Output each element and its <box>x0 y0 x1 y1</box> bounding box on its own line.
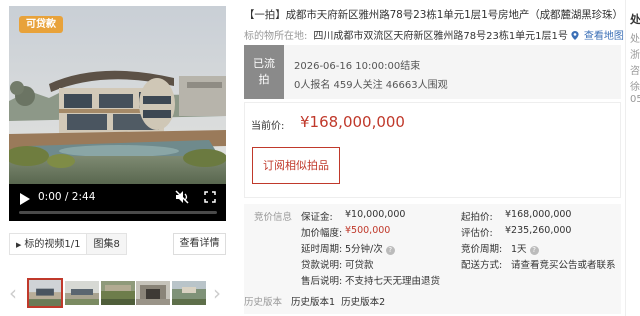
status-badge: 已流拍 <box>244 45 284 99</box>
side-panel-line-3: 咨 <box>630 66 640 77</box>
history-label: 历史版本 <box>244 297 283 308</box>
bidding-period-text: 1天 <box>511 244 527 255</box>
help-icon[interactable]: ? <box>529 246 539 255</box>
mute-icon[interactable] <box>175 190 189 204</box>
video-progress-bar[interactable] <box>19 211 217 214</box>
auction-status-panel: 已流拍 2026-06-16 10:00:00结束 0人报名 459人关注 46… <box>244 45 621 99</box>
view-details-button[interactable]: 查看详情 <box>173 233 226 255</box>
delay-period-text: 5分钟/次 <box>345 244 383 255</box>
participation-stats: 0人报名 459人关注 46663人围观 <box>294 80 448 91</box>
chevron-left-icon[interactable]: ‹ <box>9 281 17 305</box>
help-icon[interactable]: ? <box>385 246 395 255</box>
thumbnail-strip: ‹ › <box>9 276 226 310</box>
status-line-2: 拍 <box>258 73 270 86</box>
history-versions: 历史版本 历史版本1 历史版本2 <box>244 294 385 308</box>
delivery-label: 配送方式: <box>461 260 503 271</box>
location-label: 标的物所在地: <box>244 31 308 42</box>
status-line-1: 已流 <box>253 57 275 70</box>
side-panel: 处 处 浙 咨 徐 05 <box>625 0 640 316</box>
after-sale-label: 售后说明: <box>301 276 343 287</box>
side-panel-line-4: 徐 <box>630 82 640 93</box>
delivery-value: 请查看竞买公告或者联系 <box>511 260 616 271</box>
side-panel-line-2: 浙 <box>630 50 640 61</box>
chevron-right-icon[interactable]: › <box>213 281 221 305</box>
price-panel: 当前价: ¥168,000,000 订阅相似拍品 <box>244 102 621 198</box>
side-panel-line-5: 05 <box>630 94 640 105</box>
end-time: 2026-06-16 10:00:00结束 <box>294 61 421 72</box>
bidding-period-value: 1天? <box>511 241 539 255</box>
video-time: 0:00 / 2:44 <box>38 191 96 203</box>
history-version-1-link[interactable]: 历史版本1 <box>291 297 335 308</box>
appraisal-label: 评估价: <box>461 228 493 239</box>
loan-badge: 可贷款 <box>19 16 63 33</box>
bidding-period-label: 竞价周期: <box>461 244 503 255</box>
thumbnail-1[interactable] <box>27 278 63 308</box>
play-icon[interactable] <box>19 192 31 206</box>
video-player[interactable]: 可贷款 0:00 / 2:44 <box>9 6 226 221</box>
video-controls: 0:00 / 2:44 <box>9 184 226 221</box>
subscribe-similar-button[interactable]: 订阅相似拍品 <box>252 147 340 184</box>
loan-note-value: 可贷款 <box>345 260 374 271</box>
view-map-link[interactable]: 查看地图 <box>584 31 624 42</box>
tab-video-label: 标的视频1/1 <box>24 239 81 250</box>
lot-title: 【一拍】成都市天府新区雅州路78号23栋1单元1层1号房地产（成都麓湖黑珍珠） <box>244 9 623 21</box>
auction-info-heading: 竞价信息 <box>254 212 293 223</box>
side-panel-title: 处 <box>630 13 640 26</box>
deposit-label: 保证金: <box>301 212 333 223</box>
thumbnail-4[interactable] <box>136 281 170 305</box>
thumbnail-3[interactable] <box>101 281 135 305</box>
lot-location: 标的物所在地: 四川成都市双流区天府新区雅州路78号23栋1单元1层1号 查看地图 <box>244 27 624 42</box>
play-triangle-icon: ▶ <box>16 241 22 249</box>
increment-value: ¥500,000 <box>345 225 391 236</box>
location-value: 四川成都市双流区天府新区雅州路78号23栋1单元1层1号 <box>313 31 568 42</box>
delay-period-value: 5分钟/次? <box>345 241 395 255</box>
current-price-label: 当前价: <box>251 121 285 132</box>
media-tabs: ▶ 标的视频1/1 图集8 <box>9 233 127 255</box>
appraisal-value: ¥235,260,000 <box>505 225 572 236</box>
deposit-value: ¥10,000,000 <box>345 209 406 220</box>
starting-price-value: ¥168,000,000 <box>505 209 572 220</box>
current-price-value: ¥168,000,000 <box>300 113 405 131</box>
thumbnail-5[interactable] <box>172 281 206 305</box>
loan-note-label: 贷款说明: <box>301 260 343 271</box>
after-sale-value: 不支持七天无理由退货 <box>345 276 441 287</box>
tab-gallery[interactable]: 图集8 <box>87 233 127 255</box>
side-panel-line-1: 处 <box>630 34 640 45</box>
delay-period-label: 延时周期: <box>301 244 343 255</box>
tab-video[interactable]: ▶ 标的视频1/1 <box>9 233 88 255</box>
starting-price-label: 起拍价: <box>461 212 493 223</box>
increment-label: 加价幅度: <box>301 228 343 239</box>
fullscreen-icon[interactable] <box>204 191 216 203</box>
history-version-2-link[interactable]: 历史版本2 <box>341 297 385 308</box>
location-pin-icon <box>571 31 579 40</box>
thumbnail-2[interactable] <box>65 281 99 305</box>
